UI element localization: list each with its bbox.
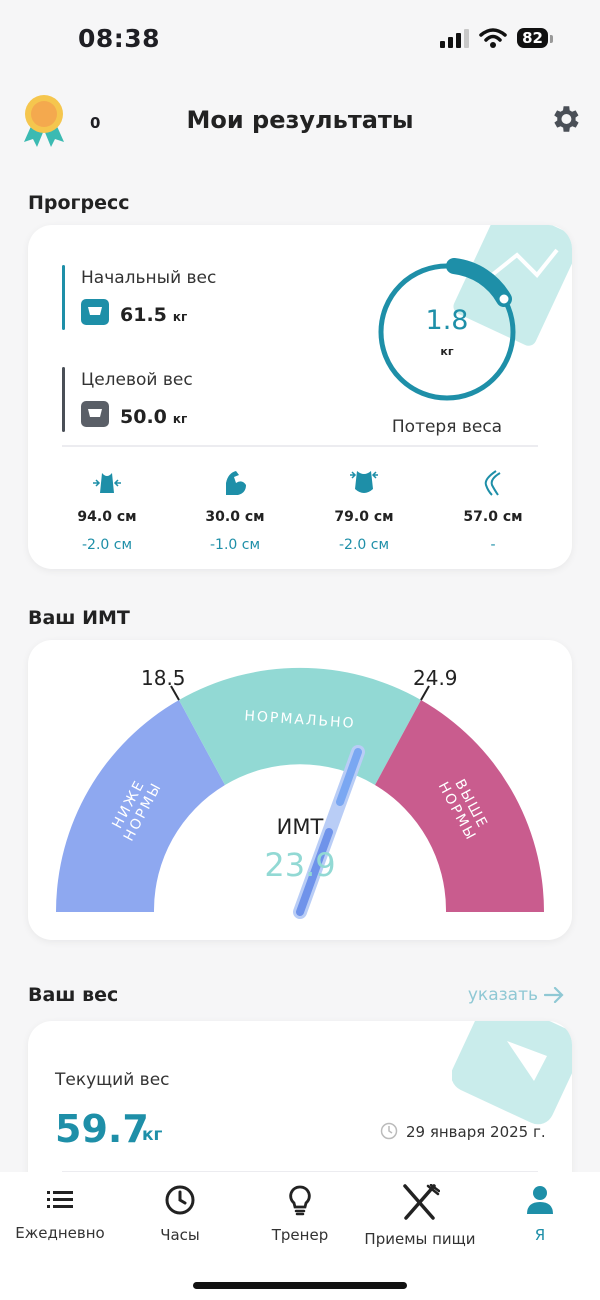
- measurement-waist[interactable]: 94.0 см -2.0 см: [42, 469, 172, 553]
- lightbulb-icon: [289, 1185, 311, 1216]
- start-weight-number: 61.5: [120, 304, 167, 326]
- tab-daily[interactable]: Ежедневно: [0, 1184, 120, 1242]
- tab-bar: Ежедневно Часы Тренер Приемы пищи Я: [0, 1172, 600, 1300]
- start-weight-value: 61.5 кг: [120, 304, 187, 326]
- measurement-diff: -2.0 см: [338, 537, 390, 553]
- thigh-icon: [484, 470, 501, 496]
- weight-date: 29 января 2025 г.: [406, 1123, 546, 1141]
- high-threshold-label: 24.9: [413, 666, 458, 690]
- bmi-label: ИМТ: [276, 815, 324, 839]
- bmi-section-title: Ваш ИМТ: [28, 607, 130, 629]
- bicep-icon: [226, 471, 246, 495]
- home-indicator: [193, 1282, 407, 1289]
- measurement-value: 79.0 см: [334, 509, 394, 525]
- arrow-right-icon: [544, 987, 564, 1003]
- fork-knife-icon: [403, 1183, 441, 1220]
- bmi-value: 23.9: [264, 846, 336, 884]
- measurement-diff: -2.0 см: [81, 537, 133, 553]
- start-weight-unit: кг: [172, 310, 188, 324]
- specify-weight-link[interactable]: указать: [468, 985, 564, 1005]
- bmi-gauge: [55, 667, 544, 919]
- scale-icon: [81, 299, 109, 325]
- status-icons: 82: [439, 28, 553, 48]
- tab-label: Приемы пищи: [364, 1230, 476, 1248]
- tab-clock[interactable]: Часы: [120, 1184, 240, 1244]
- current-weight-label: Текущий вес: [55, 1070, 170, 1090]
- tab-label: Часы: [160, 1226, 200, 1244]
- battery-indicator: 82: [517, 28, 553, 48]
- measurement-value: 94.0 см: [77, 509, 137, 525]
- target-weight-accent: [62, 367, 65, 432]
- tab-meals[interactable]: Приемы пищи: [360, 1183, 480, 1248]
- bmi-card: 18.5 24.9 НИЖЕ НОРМЫ НОРМАЛЬНО ВЫШЕ НОРМ…: [28, 640, 572, 940]
- target-weight-unit: кг: [172, 412, 188, 426]
- hips-icon: [350, 471, 378, 493]
- waist-icon: [93, 473, 121, 493]
- measurement-bicep[interactable]: 30.0 см -1.0 см: [170, 469, 300, 553]
- start-weight-label: Начальный вес: [81, 268, 217, 288]
- tab-me[interactable]: Я: [480, 1184, 600, 1244]
- measurement-diff: -1.0 см: [209, 537, 261, 553]
- tab-label: Ежедневно: [15, 1224, 105, 1242]
- wifi-icon: [479, 28, 507, 48]
- weight-loss-unit: кг: [440, 345, 454, 358]
- clock-icon: [165, 1185, 195, 1215]
- tab-label: Тренер: [271, 1226, 329, 1244]
- target-weight-value: 50.0 кг: [120, 406, 187, 428]
- progress-section-title: Прогресс: [28, 192, 130, 214]
- tab-label: Я: [534, 1226, 546, 1244]
- weight-loss-value: 1.8: [425, 305, 469, 336]
- weight-loss-caption: Потеря веса: [391, 417, 503, 437]
- weight-section-title: Ваш вес: [28, 984, 119, 1006]
- signal-icon: [440, 29, 470, 48]
- measurement-value: 57.0 см: [463, 509, 523, 525]
- specify-weight-label: указать: [467, 985, 538, 1005]
- clock-icon: [380, 1122, 398, 1140]
- status-time: 08:38: [78, 24, 161, 53]
- measurement-thigh[interactable]: 57.0 см -: [428, 469, 558, 553]
- tab-coach[interactable]: Тренер: [240, 1184, 360, 1244]
- current-weight-unit: кг: [142, 1125, 163, 1145]
- measurement-diff: -: [490, 537, 496, 553]
- list-icon: [47, 1191, 73, 1208]
- measurement-value: 30.0 см: [205, 509, 265, 525]
- current-weight-value: 59.7: [55, 1107, 149, 1151]
- target-weight-label: Целевой вес: [81, 370, 193, 390]
- measurement-hips[interactable]: 79.0 см -2.0 см: [299, 469, 429, 553]
- scale-bg-icon: [452, 1021, 572, 1125]
- scale-icon: [81, 401, 109, 427]
- start-weight-accent: [62, 265, 65, 330]
- target-weight-number: 50.0: [120, 406, 167, 428]
- progress-card: Начальный вес 61.5 кг Целевой вес 50.0 кг …: [28, 225, 572, 569]
- person-icon: [527, 1186, 553, 1214]
- divider: [62, 445, 538, 447]
- gear-icon[interactable]: [548, 102, 582, 136]
- page-title: Мои результаты: [186, 106, 414, 134]
- low-threshold-label: 18.5: [141, 666, 186, 690]
